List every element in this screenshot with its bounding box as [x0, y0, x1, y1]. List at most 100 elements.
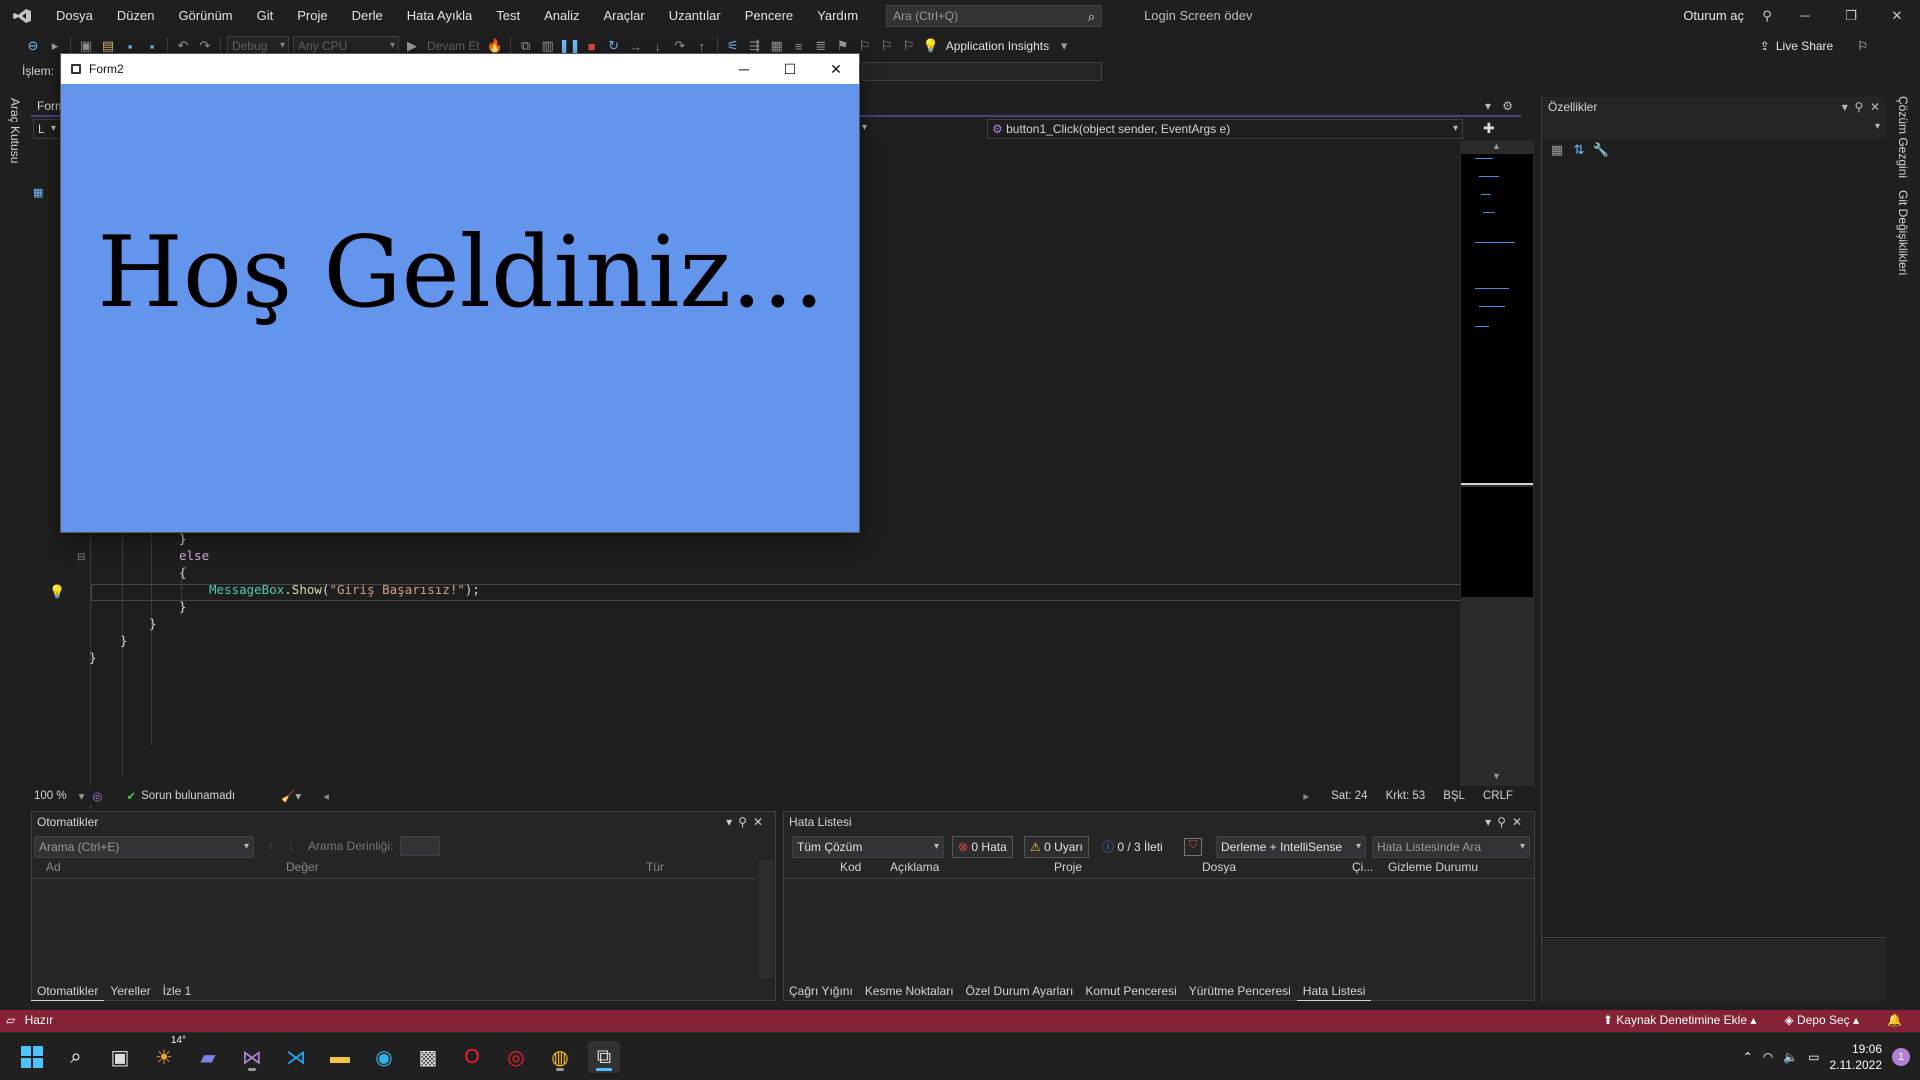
- zoom-dropdown[interactable]: 100 %: [34, 790, 67, 802]
- lightbulb-icon[interactable]: 💡: [49, 584, 65, 600]
- select-repo-button[interactable]: ◈ Depo Seç ▴: [1784, 1013, 1859, 1027]
- split-icon[interactable]: ✚: [1483, 120, 1495, 137]
- panel-tab[interactable]: Yürütme Penceresi: [1183, 981, 1297, 1001]
- panel-tab[interactable]: Otomatikler: [31, 981, 105, 1001]
- menu-item[interactable]: Pencere: [733, 0, 805, 31]
- chevron-down-icon[interactable]: ▾: [1053, 35, 1075, 57]
- panel-controls[interactable]: ▾⚲✕: [1485, 812, 1528, 832]
- chevron-up-icon[interactable]: ⌃: [1743, 1050, 1753, 1064]
- form2-title-bar[interactable]: Form2 ─ ☐ ✕: [61, 54, 859, 84]
- menu-item[interactable]: Yardım: [805, 0, 870, 31]
- form2-minimize-button[interactable]: ─: [721, 54, 767, 84]
- scroll-right-icon[interactable]: ▸: [1303, 789, 1309, 803]
- opera-icon[interactable]: O: [456, 1041, 488, 1073]
- member-dropdown[interactable]: ⚙ button1_Click(object sender, EventArgs…: [987, 119, 1463, 139]
- add-to-source-control-button[interactable]: ⬆ Kaynak Denetimine Ekle ▴: [1603, 1013, 1757, 1027]
- code-map-icon[interactable]: ▦: [33, 186, 43, 199]
- opera-gx-icon[interactable]: ◎: [500, 1041, 532, 1073]
- col-description[interactable]: Açıklama: [890, 860, 939, 880]
- code-cleanup-icon[interactable]: 🧹▾: [281, 789, 301, 803]
- restore-button[interactable]: ❐: [1828, 0, 1874, 31]
- task-view-icon[interactable]: ▣: [104, 1041, 136, 1073]
- menu-item[interactable]: Test: [484, 0, 532, 31]
- menu-item[interactable]: Analiz: [532, 0, 591, 31]
- scroll-left-icon[interactable]: ◂: [323, 789, 329, 803]
- autos-scrollbar[interactable]: [759, 860, 773, 978]
- vscode-taskbar-icon[interactable]: ⋊: [280, 1041, 312, 1073]
- tab-dropdown-icon[interactable]: ▾: [1485, 99, 1491, 113]
- weather-widget[interactable]: ☀ 14°: [148, 1035, 186, 1073]
- build-source-dropdown[interactable]: Derleme + IntelliSense: [1216, 836, 1366, 858]
- back-icon[interactable]: ⊖: [22, 35, 44, 57]
- minimap-viewport[interactable]: [1461, 154, 1533, 485]
- sign-in-link[interactable]: Oturum aç: [1683, 8, 1744, 23]
- col-suppression[interactable]: Gizleme Durumu: [1388, 860, 1478, 880]
- panel-tab[interactable]: Hata Listesi: [1296, 981, 1372, 1001]
- property-pages-icon[interactable]: 🔧: [1590, 139, 1612, 161]
- panel-tab[interactable]: İzle 1: [157, 981, 198, 1001]
- menu-item[interactable]: Araçlar: [592, 0, 657, 31]
- alphabetical-icon[interactable]: ⇅: [1568, 139, 1590, 161]
- edge-icon[interactable]: ◉: [368, 1041, 400, 1073]
- issues-status[interactable]: Sorun bulunamadı: [141, 790, 235, 802]
- object-dropdown-icon[interactable]: ▾: [1875, 121, 1880, 132]
- col-type[interactable]: Tür: [646, 860, 664, 880]
- settings-icon[interactable]: ⚙: [1502, 99, 1513, 113]
- account-icon[interactable]: ⚲: [1752, 0, 1782, 31]
- col-name[interactable]: Ad: [46, 860, 61, 880]
- clear-bookmarks-icon[interactable]: ⚐: [898, 35, 920, 57]
- menu-item[interactable]: Hata Ayıkla: [395, 0, 485, 31]
- feedback-icon[interactable]: ⚐: [1857, 39, 1868, 53]
- menu-item[interactable]: Proje: [285, 0, 339, 31]
- notifications-icon[interactable]: 🔔: [1887, 1013, 1902, 1027]
- menu-item[interactable]: Düzen: [105, 0, 167, 31]
- col-line[interactable]: Çi...: [1352, 860, 1373, 880]
- panel-controls[interactable]: ▾⚲✕: [726, 812, 769, 832]
- scope-dropdown[interactable]: Tüm Çözüm: [792, 836, 944, 858]
- menu-item[interactable]: Uzantılar: [657, 0, 733, 31]
- process-dropdown[interactable]: [862, 62, 1102, 81]
- app-insights-button[interactable]: Application Insights: [942, 39, 1053, 53]
- notification-badge[interactable]: 1: [1892, 1048, 1910, 1066]
- search-up-icon[interactable]: ↑: [268, 839, 274, 853]
- autos-search-input[interactable]: Arama (Ctrl+E): [34, 836, 254, 858]
- form2-close-button[interactable]: ✕: [813, 54, 859, 84]
- panel-tab[interactable]: Komut Penceresi: [1079, 981, 1182, 1001]
- panel-controls[interactable]: ▾ ⚲ ✕: [1842, 97, 1880, 117]
- panel-tab[interactable]: Çağrı Yığını: [783, 981, 859, 1001]
- wifi-icon[interactable]: ◠: [1763, 1050, 1773, 1064]
- col-file[interactable]: Dosya: [1202, 860, 1236, 880]
- zoom-chevron-icon[interactable]: ▾: [79, 789, 85, 803]
- solution-explorer-tab[interactable]: Çözüm Gezgini: [1896, 96, 1910, 178]
- git-changes-tab[interactable]: Git Değişiklikleri: [1896, 190, 1910, 275]
- toolbox-tab[interactable]: Araç Kutusu: [8, 98, 22, 163]
- warnings-filter-button[interactable]: ⚠ 0 Uyarı: [1024, 836, 1089, 858]
- search-box[interactable]: Ara (Ctrl+Q) ⌕: [886, 4, 1103, 27]
- panel-tab[interactable]: Özel Durum Ayarları: [960, 981, 1080, 1001]
- minimap-scrollbar[interactable]: ▲ ▼: [1460, 141, 1534, 786]
- menu-item[interactable]: Git: [245, 0, 286, 31]
- menu-item[interactable]: Derle: [340, 0, 395, 31]
- visual-studio-taskbar-icon[interactable]: ⋈: [236, 1041, 268, 1073]
- scroll-up-icon[interactable]: ▲: [1492, 141, 1501, 151]
- messages-filter-button[interactable]: ⓘ 0 / 3 İleti: [1096, 836, 1169, 858]
- form2-maximize-button[interactable]: ☐: [767, 54, 813, 84]
- error-search-input[interactable]: Hata Listesinde Ara: [1372, 836, 1530, 858]
- col-value[interactable]: Değer: [286, 860, 319, 880]
- file-explorer-icon[interactable]: ▬: [324, 1041, 356, 1073]
- minimize-button[interactable]: ─: [1782, 0, 1828, 31]
- line-indicator[interactable]: Sat: 24: [1331, 790, 1367, 802]
- teams-chat-icon[interactable]: ▰: [192, 1041, 224, 1073]
- col-code[interactable]: Kod: [840, 860, 861, 880]
- errors-filter-button[interactable]: ⊗ 0 Hata: [952, 836, 1013, 858]
- scroll-down-icon[interactable]: ▼: [1492, 771, 1501, 781]
- insert-mode-indicator[interactable]: BŞL: [1443, 790, 1465, 802]
- live-share-button[interactable]: ⇪ Live Share ⚐: [1760, 31, 1868, 61]
- store-icon[interactable]: ▩: [412, 1041, 444, 1073]
- search-icon[interactable]: ⌕: [60, 1041, 92, 1073]
- line-endings-indicator[interactable]: CRLF: [1483, 790, 1513, 802]
- col-project[interactable]: Proje: [1054, 860, 1082, 880]
- search-depth-dropdown[interactable]: [400, 836, 440, 856]
- start-button[interactable]: [16, 1041, 48, 1073]
- filter-icon[interactable]: ⛉: [1184, 838, 1202, 856]
